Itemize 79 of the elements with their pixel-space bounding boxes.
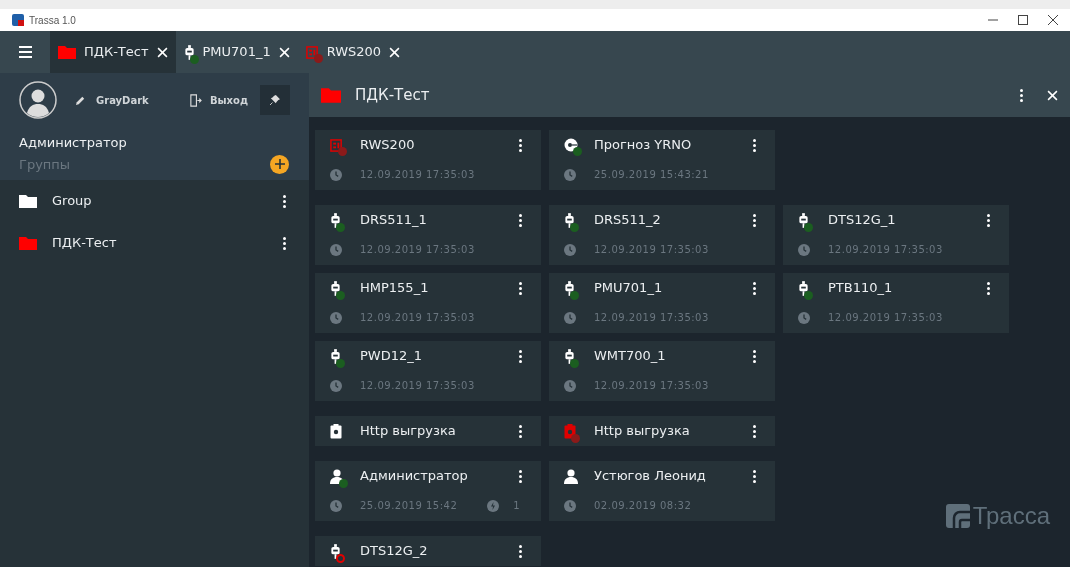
timestamp: 25.09.2019 15:43:21 bbox=[594, 168, 709, 182]
maximize-icon[interactable] bbox=[1018, 15, 1028, 25]
object-card[interactable]: Http выгрузка bbox=[315, 416, 541, 446]
clock-icon bbox=[330, 311, 342, 324]
object-name: HMP155_1 bbox=[360, 279, 429, 298]
timestamp: 12.09.2019 17:35:03 bbox=[828, 243, 943, 257]
avatar-icon bbox=[19, 81, 57, 119]
object-name: DTS12G_1 bbox=[828, 211, 896, 230]
object-name: Http выгрузка bbox=[360, 422, 456, 441]
folder-icon bbox=[321, 87, 341, 103]
event-count: 1 bbox=[513, 499, 520, 513]
object-name: WMT700_1 bbox=[594, 347, 666, 366]
pin-button[interactable] bbox=[260, 85, 290, 115]
timestamp: 02.09.2019 08:32 bbox=[594, 499, 692, 513]
object-name: Прогноз YRNO bbox=[594, 136, 692, 155]
object-card[interactable]: Прогноз YRNO 25.09.2019 15:43:21 bbox=[549, 130, 775, 190]
object-name: Устюгов Леонид bbox=[594, 467, 706, 486]
exit-icon bbox=[188, 93, 202, 107]
clock-icon bbox=[564, 243, 576, 256]
logo-mark-icon bbox=[945, 504, 970, 528]
timestamp: 12.09.2019 17:35:03 bbox=[360, 243, 475, 257]
object-name: PWD12_1 bbox=[360, 347, 423, 366]
object-name: DTS12G_2 bbox=[360, 542, 428, 561]
object-name: RWS200 bbox=[360, 136, 415, 155]
group-item[interactable]: ПДК-Тест bbox=[0, 222, 309, 264]
object-card[interactable]: DRS511_1 12.09.2019 17:35:03 bbox=[315, 205, 541, 265]
user-name: Администратор bbox=[19, 134, 128, 152]
timestamp: 12.09.2019 17:35:03 bbox=[594, 311, 709, 325]
object-card[interactable]: PTB110_1 12.09.2019 17:35:03 bbox=[783, 273, 1009, 333]
theme-button[interactable]: GrayDark bbox=[75, 92, 149, 108]
bolt-icon bbox=[487, 499, 500, 512]
clock-icon bbox=[564, 499, 576, 512]
clock-icon bbox=[330, 379, 342, 392]
clock-icon bbox=[564, 168, 576, 181]
trassa-logo: Трасса bbox=[945, 498, 1050, 534]
object-name: PTB110_1 bbox=[828, 279, 893, 298]
add-group-button[interactable] bbox=[270, 154, 289, 174]
timestamp: 25.09.2019 15:42 bbox=[360, 499, 458, 513]
clock-icon bbox=[330, 499, 342, 512]
object-name: PMU701_1 bbox=[594, 279, 663, 298]
object-card[interactable]: HMP155_1 12.09.2019 17:35:03 bbox=[315, 273, 541, 333]
groups-label: Группы bbox=[19, 155, 71, 174]
object-name: Http выгрузка bbox=[594, 422, 690, 441]
window-title: Trassa 1.0 bbox=[29, 13, 76, 28]
pin-icon bbox=[270, 95, 280, 105]
group-item[interactable]: Group bbox=[0, 180, 309, 222]
timestamp: 12.09.2019 17:35:03 bbox=[828, 311, 943, 325]
object-name: DRS511_2 bbox=[594, 211, 661, 230]
tab[interactable]: PMU701_1 bbox=[175, 31, 298, 73]
pencil-icon bbox=[75, 94, 86, 106]
logout-button[interactable]: Выход bbox=[188, 92, 248, 108]
tab[interactable]: ПДК-Тест bbox=[50, 31, 176, 73]
object-card[interactable]: DRS511_2 12.09.2019 17:35:03 bbox=[549, 205, 775, 265]
clock-icon bbox=[330, 243, 342, 256]
object-card[interactable]: WMT700_1 12.09.2019 17:35:03 bbox=[549, 341, 775, 401]
timestamp: 12.09.2019 17:35:03 bbox=[594, 243, 709, 257]
object-card[interactable]: DTS12G_1 12.09.2019 17:35:03 bbox=[783, 205, 1009, 265]
timestamp: 12.09.2019 17:35:03 bbox=[360, 168, 475, 182]
object-card[interactable]: Администратор 25.09.2019 15:42 1 bbox=[315, 461, 541, 521]
panel-title: ПДК-Тест bbox=[355, 84, 430, 106]
close-icon[interactable] bbox=[1048, 15, 1058, 25]
clock-icon bbox=[564, 311, 576, 324]
plus-icon bbox=[274, 159, 285, 170]
timestamp: 12.09.2019 17:35:03 bbox=[360, 379, 475, 393]
clock-icon bbox=[798, 311, 810, 324]
object-card[interactable]: PWD12_1 12.09.2019 17:35:03 bbox=[315, 341, 541, 401]
object-name: Администратор bbox=[360, 467, 468, 486]
clock-icon bbox=[798, 243, 810, 256]
object-card[interactable]: RWS200 12.09.2019 17:35:03 bbox=[315, 130, 541, 190]
tab[interactable]: RWS200 bbox=[297, 31, 409, 73]
object-name: DRS511_1 bbox=[360, 211, 427, 230]
object-card[interactable]: Http выгрузка bbox=[549, 416, 775, 446]
object-card[interactable]: Устюгов Леонид 02.09.2019 08:32 bbox=[549, 461, 775, 521]
timestamp: 12.09.2019 17:35:03 bbox=[594, 379, 709, 393]
object-card[interactable]: PMU701_1 12.09.2019 17:35:03 bbox=[549, 273, 775, 333]
clock-icon bbox=[564, 379, 576, 392]
timestamp: 12.09.2019 17:35:03 bbox=[360, 311, 475, 325]
clock-icon bbox=[330, 168, 342, 181]
app-logo-icon bbox=[12, 14, 24, 26]
